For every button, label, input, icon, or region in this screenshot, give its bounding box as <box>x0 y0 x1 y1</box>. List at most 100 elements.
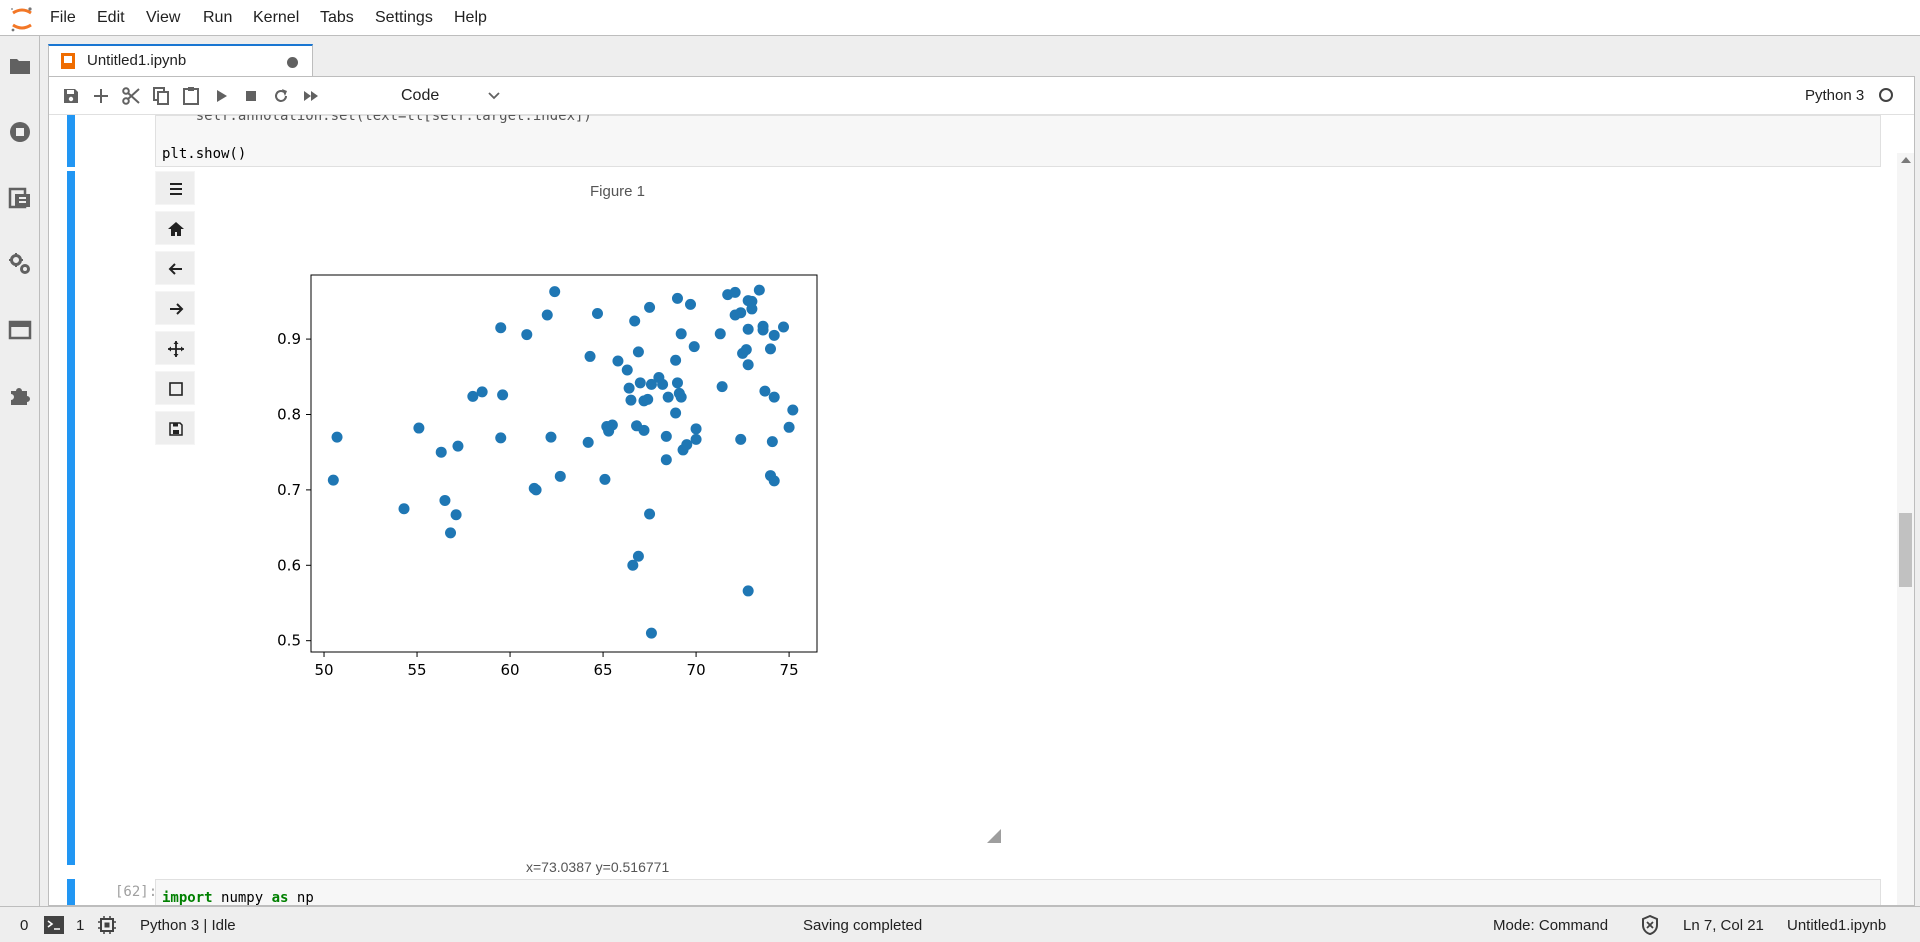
scatter-point <box>591 307 603 319</box>
scatter-plot[interactable]: 50 55 60 65 70 75 0.5 0.6 0.7 0.8 0.9 <box>255 266 835 686</box>
scatter-point <box>331 431 343 443</box>
status-count-kernels[interactable]: 1 <box>76 917 84 934</box>
scatter-point <box>783 421 795 433</box>
scatter-point <box>398 503 410 515</box>
resize-grip-icon[interactable] <box>987 829 1001 843</box>
menu-file[interactable]: File <box>50 9 76 27</box>
code-cell-editor-2[interactable]: import numpy as np <box>155 879 1881 905</box>
property-inspector-icon[interactable] <box>8 252 32 276</box>
scatter-point <box>497 389 509 401</box>
scatter-point <box>495 432 507 444</box>
chevron-down-icon <box>488 92 500 100</box>
paste-icon[interactable] <box>181 86 201 106</box>
scatter-point <box>735 307 747 319</box>
running-icon[interactable] <box>8 120 32 144</box>
output-collapser[interactable] <box>67 171 75 865</box>
menu-tabs[interactable]: Tabs <box>320 9 354 27</box>
cell-collapser[interactable] <box>67 115 75 167</box>
scatter-point <box>645 627 657 639</box>
status-count-terminals[interactable]: 0 <box>20 917 28 934</box>
scatter-point <box>660 454 672 466</box>
run-icon[interactable] <box>211 86 231 106</box>
extensions-icon[interactable] <box>8 384 32 408</box>
scatter-point <box>757 324 769 336</box>
scroll-up-icon[interactable] <box>1901 157 1911 163</box>
stop-icon[interactable] <box>241 86 261 106</box>
arrow-right-icon <box>170 303 184 315</box>
cut-icon[interactable] <box>121 86 141 106</box>
code-line-partial: self.annotation.set(text=tt[self.target.… <box>162 115 592 124</box>
hamburger-icon <box>170 183 182 195</box>
save-icon[interactable] <box>61 86 81 106</box>
menu-run[interactable]: Run <box>203 9 232 27</box>
menu-edit[interactable]: Edit <box>97 9 125 27</box>
scatter-point <box>413 422 425 434</box>
menu-bar: File Edit View Run Kernel Tabs Settings … <box>0 0 1920 36</box>
status-bar: 0 1 Python 3 | Idle Saving completed Mod… <box>0 906 1920 942</box>
scatter-point <box>766 436 778 448</box>
figure-back-button[interactable] <box>155 251 195 285</box>
scatter-point <box>634 377 646 389</box>
folder-icon[interactable] <box>8 54 32 78</box>
kernel-name[interactable]: Python 3 <box>1805 87 1864 104</box>
cell-prompt: [62]: <box>115 884 158 900</box>
tabs-icon[interactable] <box>8 318 32 342</box>
figure-menu-button[interactable] <box>155 171 195 205</box>
scatter-point <box>670 407 682 419</box>
scatter-point <box>435 446 447 458</box>
code-module-name: numpy <box>221 890 264 905</box>
notebook-icon <box>61 53 75 69</box>
scatter-point <box>729 286 741 298</box>
terminal-icon[interactable] <box>44 916 64 934</box>
scatter-point <box>742 359 754 371</box>
menu-view[interactable]: View <box>146 9 180 27</box>
scatter-point <box>690 423 702 435</box>
plot-axes-frame <box>310 274 818 653</box>
scatter-point <box>644 301 656 313</box>
scatter-point <box>759 385 771 397</box>
scatter-point <box>675 328 687 340</box>
scatter-point <box>714 328 726 340</box>
kernel-gear-icon[interactable] <box>98 916 116 934</box>
menu-kernel[interactable]: Kernel <box>253 9 299 27</box>
tab-untitled1[interactable]: Untitled1.ipynb <box>48 44 313 77</box>
scatter-point <box>742 585 754 597</box>
code-keyword-as: as <box>271 890 289 905</box>
cell-type-select[interactable]: Code <box>401 84 509 108</box>
shield-icon[interactable] <box>1641 915 1659 935</box>
status-save: Saving completed <box>803 917 923 934</box>
status-kernel[interactable]: Python 3 | Idle <box>140 917 236 934</box>
figure-forward-button[interactable] <box>155 291 195 325</box>
x-tick-label: 65 <box>594 661 613 679</box>
restart-icon[interactable] <box>271 86 291 106</box>
cell-collapser-2[interactable] <box>67 879 75 905</box>
scatter-point <box>746 303 758 315</box>
scatter-point <box>642 393 654 405</box>
menu-help[interactable]: Help <box>454 9 487 27</box>
y-tick-label: 0.5 <box>277 632 301 650</box>
y-tick-label: 0.6 <box>277 556 301 574</box>
add-cell-icon[interactable] <box>91 86 111 106</box>
status-cursor[interactable]: Ln 7, Col 21 <box>1683 917 1764 934</box>
cell-type-value: Code <box>401 87 440 104</box>
scatter-point <box>675 391 687 403</box>
fast-forward-icon[interactable] <box>301 86 321 106</box>
code-line-plt-show: plt.show() <box>162 146 247 162</box>
scatter-point <box>690 433 702 445</box>
code-line-import: import numpy as np <box>162 890 314 905</box>
commands-icon[interactable] <box>8 186 32 210</box>
scatter-point <box>612 355 624 367</box>
figure-zoom-button[interactable] <box>155 371 195 405</box>
figure-pan-button[interactable] <box>155 331 195 365</box>
figure-home-button[interactable] <box>155 211 195 245</box>
code-cell-editor[interactable]: self.annotation.set(text=tt[self.target.… <box>155 115 1881 167</box>
figure-save-button[interactable] <box>155 411 195 445</box>
scroll-thumb[interactable] <box>1899 513 1912 587</box>
home-icon <box>168 222 184 236</box>
scatter-point <box>742 323 754 335</box>
menu-settings[interactable]: Settings <box>375 9 433 27</box>
unsaved-dot-icon[interactable] <box>287 57 298 68</box>
copy-icon[interactable] <box>151 86 171 106</box>
scatter-point <box>670 354 682 366</box>
notebook-scrollbar[interactable] <box>1897 153 1914 905</box>
